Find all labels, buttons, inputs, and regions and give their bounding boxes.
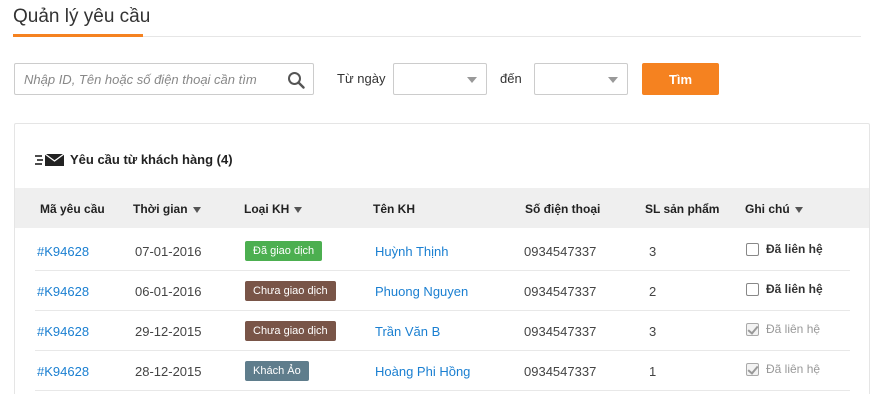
table-row: #K94628 07-01-2016 Đã giao dịch Huỳnh Th… (35, 231, 850, 271)
customer-name-link[interactable]: Trần Văn B (375, 324, 440, 339)
phone-number: 0934547337 (524, 324, 597, 339)
contacted-label: Đã liên hệ (766, 282, 823, 296)
table-row: #K94628 29-12-2015 Chưa giao dịch Trần V… (35, 311, 850, 351)
search-input[interactable] (15, 64, 277, 94)
col-note[interactable]: Ghi chú (745, 202, 803, 216)
phone-number: 0934547337 (524, 244, 597, 259)
col-phone: Số điện thoại (525, 202, 601, 216)
contacted-checkbox[interactable] (746, 242, 759, 256)
product-quantity: 3 (649, 244, 657, 259)
title-underline (13, 34, 143, 37)
contacted-label: Đã liên hệ (766, 362, 821, 376)
request-time: 07-01-2016 (135, 244, 202, 259)
col-customer-name: Tên KH (373, 202, 415, 216)
chevron-down-icon (467, 77, 477, 83)
col-customer-type[interactable]: Loại KH (244, 202, 303, 216)
phone-number: 0934547337 (524, 364, 597, 379)
chevron-down-icon (608, 77, 618, 83)
contacted-label: Đã liên hệ (766, 322, 821, 336)
page-title: Quản lý yêu cầu (13, 6, 151, 27)
request-time: 06-01-2016 (135, 284, 202, 299)
customer-type-badge: Chưa giao dịch (245, 321, 336, 341)
search-button[interactable]: Tìm (642, 63, 719, 95)
col-request-id: Mã yêu cầu (40, 202, 105, 216)
customer-name-link[interactable]: Huỳnh Thịnh (375, 244, 448, 259)
search-box[interactable] (14, 63, 314, 95)
contacted-toggle[interactable]: Đã liên hệ (746, 322, 820, 336)
request-id-link[interactable]: #K94628 (37, 324, 89, 339)
col-time-label: Thời gian (133, 202, 188, 216)
title-divider (143, 36, 861, 37)
sort-down-icon (294, 206, 303, 213)
col-quantity: SL sản phẩm (645, 202, 720, 216)
mail-fast-icon (35, 152, 65, 166)
customer-type-badge: Khách Ảo (245, 361, 309, 381)
to-date-label: đến (500, 71, 522, 86)
requests-panel: Yêu cầu từ khách hàng (4) Mã yêu cầu Thờ… (14, 123, 870, 394)
table-row: #K94628 06-01-2016 Chưa giao dịch Phuong… (35, 271, 850, 311)
col-note-label: Ghi chú (745, 202, 790, 216)
request-time: 29-12-2015 (135, 324, 202, 339)
customer-type-badge: Đã giao dịch (245, 241, 323, 261)
from-date-select[interactable] (393, 63, 487, 95)
product-quantity: 1 (649, 364, 657, 379)
request-id-link[interactable]: #K94628 (37, 364, 89, 379)
customer-name-link[interactable]: Phuong Nguyen (375, 284, 468, 299)
table-header: Mã yêu cầu Thời gian Loại KH Tên KH Số đ… (15, 188, 869, 228)
contacted-label: Đã liên hệ (766, 242, 823, 256)
contacted-checkbox[interactable] (746, 282, 759, 296)
contacted-toggle[interactable]: Đã liên hệ (746, 282, 823, 296)
customer-name-link[interactable]: Hoàng Phi Hồng (375, 364, 470, 379)
panel-title: Yêu cầu từ khách hàng (4) (70, 152, 233, 167)
product-quantity: 2 (649, 284, 657, 299)
table-row: #K94628 28-12-2015 Khách Ảo Hoàng Phi Hồ… (35, 351, 850, 391)
col-time[interactable]: Thời gian (133, 202, 201, 216)
phone-number: 0934547337 (524, 284, 597, 299)
request-time: 28-12-2015 (135, 364, 202, 379)
contacted-toggle[interactable]: Đã liên hệ (746, 362, 820, 376)
request-id-link[interactable]: #K94628 (37, 244, 89, 259)
request-id-link[interactable]: #K94628 (37, 284, 89, 299)
contacted-checkbox[interactable] (746, 362, 759, 376)
from-date-label: Từ ngày (337, 71, 386, 86)
sort-down-icon (192, 206, 201, 213)
to-date-select[interactable] (534, 63, 628, 95)
panel-header: Yêu cầu từ khách hàng (4) (35, 152, 233, 167)
sort-down-icon (794, 206, 803, 213)
product-quantity: 3 (649, 324, 657, 339)
contacted-checkbox[interactable] (746, 322, 759, 336)
customer-type-badge: Chưa giao dịch (245, 281, 336, 301)
search-icon[interactable] (287, 71, 305, 89)
col-customer-type-label: Loại KH (244, 202, 290, 216)
contacted-toggle[interactable]: Đã liên hệ (746, 242, 823, 256)
